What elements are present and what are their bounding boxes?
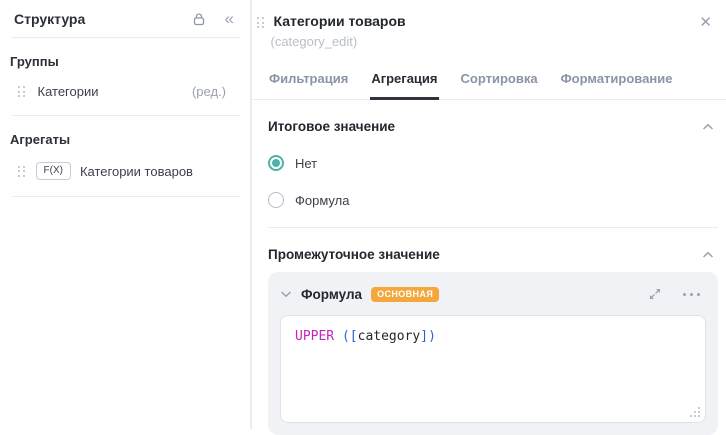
collapse-panel-button[interactable]: « [225,10,234,27]
total-value-section-header: Итоговое значение [268,119,718,134]
collapse-formula-button[interactable] [280,290,292,298]
double-chevron-left-icon: « [224,9,234,28]
list-item-group-categories[interactable]: Категории (ред.) [0,69,250,115]
group-item-label: Категории [37,84,99,99]
resize-grip-icon[interactable] [690,407,700,417]
aggregate-item-label: Категории товаров [79,163,193,179]
formula-card-header: Формула ОСНОВНАЯ [280,282,706,306]
aggregation-tab-content: Итоговое значение Нет Формула Промежуточ… [252,100,726,435]
tab-formatting[interactable]: Форматирование [560,56,674,99]
code-token-field: category [357,329,421,344]
code-token-bracket: ) [428,329,436,344]
lock-button[interactable] [191,11,207,27]
settings-tabs: Фильтрация Агрегация Сортировка Форматир… [252,56,726,100]
field-title: Категории товаров [273,13,406,29]
intermediate-value-title: Промежуточное значение [268,247,440,262]
radio-option-formula[interactable]: Формула [268,192,718,208]
main-formula-badge: ОСНОВНАЯ [371,286,440,302]
formula-card-title: Формула [301,286,363,302]
radio-unselected-icon[interactable] [268,192,284,208]
field-title-block: Категории товаров (category_edit) [270,13,406,49]
close-icon: ✕ [699,14,712,31]
aggregates-section-title: Агрегаты [10,132,71,147]
more-options-icon[interactable] [683,292,700,296]
chevron-down-icon [280,290,292,298]
collapse-total-section-button[interactable] [702,123,718,131]
tab-aggregation[interactable]: Агрегация [370,56,439,100]
code-token-keyword: UPPER [295,329,335,344]
chevron-up-icon [702,123,714,131]
close-button[interactable]: ✕ [699,15,712,30]
structure-panel: Структура « Группы Категории (ред.) Агре… [0,0,252,429]
radio-option-none[interactable]: Нет [268,155,718,171]
field-settings-header: Категории товаров (category_edit) ✕ [252,0,726,56]
collapse-intermediate-section-button[interactable] [702,251,718,259]
radio-option-formula-label: Формула [295,192,350,208]
tab-sorting[interactable]: Сортировка [460,56,539,99]
formula-code-line: UPPER ([category]) [295,328,691,345]
chevron-up-icon [702,251,714,259]
formula-code-editor[interactable]: UPPER ([category]) [280,315,706,423]
structure-panel-header: Структура « [0,0,250,37]
list-item-aggregate-categories[interactable]: F(X) Категории товаров [0,147,250,196]
divider [12,196,240,197]
drag-handle-icon[interactable] [257,17,264,28]
lock-icon [191,11,207,27]
expand-editor-button[interactable] [648,287,662,301]
expand-icon [648,287,662,301]
total-value-title: Итоговое значение [268,119,396,134]
formula-card: Формула ОСНОВНАЯ UPPER ([category]) [268,272,718,435]
radio-selected-icon[interactable] [268,155,284,171]
code-token-bracket: ( [334,329,350,344]
drag-handle-icon[interactable] [18,86,25,97]
formula-fx-badge: F(X) [35,162,71,180]
code-token-bracket: ] [420,329,429,344]
edit-group-link[interactable]: (ред.) [192,84,226,99]
groups-section-title: Группы [10,54,59,69]
drag-handle-icon[interactable] [18,165,25,177]
radio-option-none-label: Нет [295,155,318,171]
divider [268,227,718,228]
intermediate-value-section-header: Промежуточное значение [268,247,718,262]
tab-filtering[interactable]: Фильтрация [268,56,349,99]
code-token-bracket: [ [349,329,358,344]
field-id-subtitle: (category_edit) [270,34,358,49]
structure-panel-title: Структура [14,10,86,27]
field-settings-panel: Категории товаров (category_edit) ✕ Филь… [252,0,726,435]
